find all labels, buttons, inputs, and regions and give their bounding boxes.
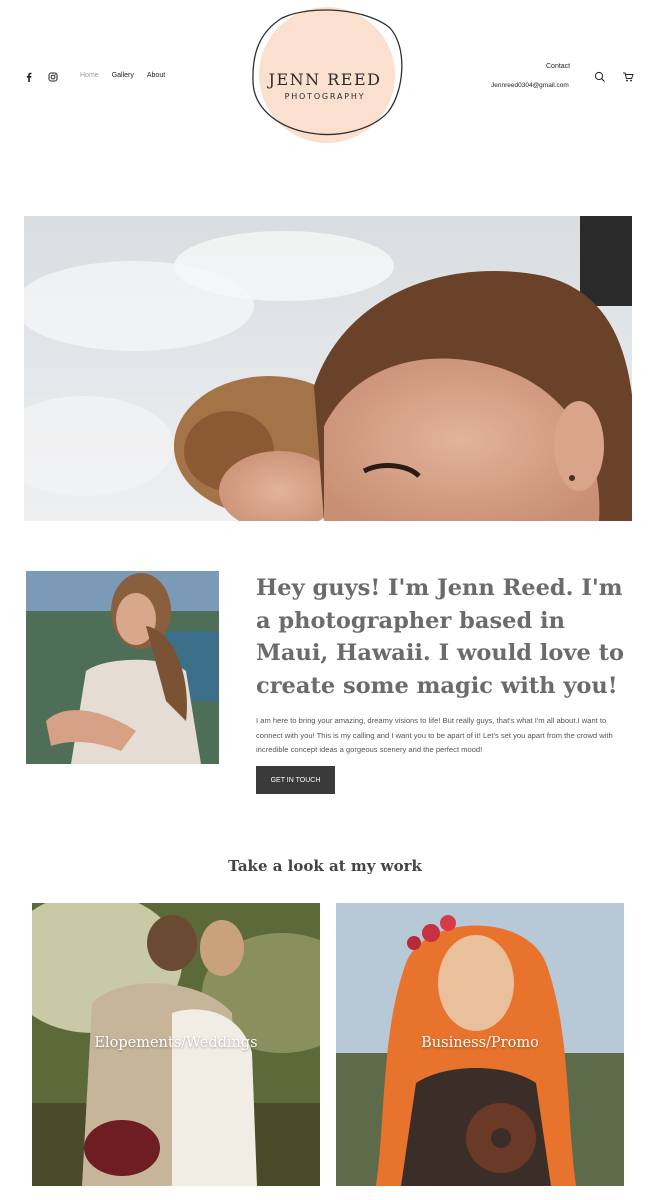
contact-link[interactable]: Contact [546,63,570,70]
card-label-business: Business/Promo [421,1035,539,1051]
site-header: Home Gallery About JENN REED PHOTOGRAPHY… [0,0,650,160]
elopements-weddings-card[interactable]: Elopements/Weddings [32,903,320,1186]
main-nav: Home Gallery About [80,72,165,79]
facebook-icon[interactable] [22,70,36,84]
search-icon[interactable] [594,70,606,82]
about-heading: Hey guys! I'm Jenn Reed. I'm a photograp… [256,575,624,699]
nav-gallery[interactable]: Gallery [112,72,134,79]
work-section-title: Take a look at my work [228,857,422,875]
about-body: I am here to bring your amazing, dreamy … [256,716,613,754]
site-logo[interactable]: JENN REED PHOTOGRAPHY [250,6,405,146]
logo-subtitle: PHOTOGRAPHY [284,92,366,101]
get-in-touch-button[interactable]: GET IN TOUCH [256,766,335,794]
card-label-elopements: Elopements/Weddings [94,1035,258,1051]
nav-home[interactable]: Home [80,72,99,79]
business-promo-card[interactable]: Business/Promo [336,903,624,1186]
logo-title: JENN REED [268,70,382,89]
instagram-icon[interactable] [46,70,60,84]
hero-image [24,216,632,521]
email-link[interactable]: Jennreed0304@gmail.com [491,82,569,89]
cart-icon[interactable] [622,70,634,82]
social-links [22,70,60,84]
nav-about[interactable]: About [147,72,165,79]
portrait-photo [26,571,219,764]
